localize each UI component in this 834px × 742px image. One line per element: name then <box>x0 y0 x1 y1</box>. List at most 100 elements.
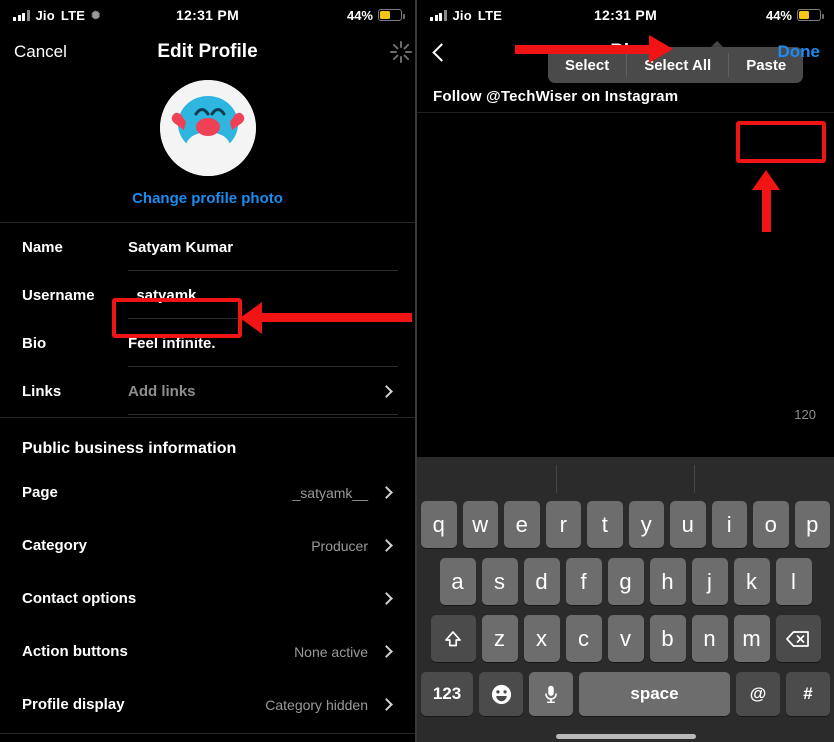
done-button[interactable]: Done <box>778 42 821 62</box>
key-o[interactable]: o <box>753 501 789 548</box>
key-numbers-toggle[interactable]: 123 <box>421 672 473 716</box>
on-screen-keyboard: q w e r t y u i o p a s d f g h j k l z … <box>417 457 834 742</box>
right-screen-bio-editor: Jio LTE 12:31 PM 44% Bio Done Follow @Te… <box>417 0 834 742</box>
name-input[interactable]: Satyam Kumar <box>128 239 415 256</box>
key-e[interactable]: e <box>504 501 540 548</box>
business-row-page[interactable]: Page _satyamk__ <box>0 466 415 519</box>
left-screen-edit-profile: Jio LTE ✺ 12:31 PM 44% Cancel Edit Profi… <box>0 0 417 742</box>
keyboard-row-3: z x c v b n m <box>417 615 834 662</box>
text-context-menu: Select Select All Paste <box>548 47 804 83</box>
keyboard-row-1: q w e r t y u i o p <box>417 501 834 548</box>
key-v[interactable]: v <box>607 615 644 662</box>
status-bar: Jio LTE ✺ 12:31 PM 44% <box>0 0 415 30</box>
business-row-category[interactable]: Category Producer <box>0 519 415 572</box>
bio-text-area[interactable]: Follow @TechWiser on Instagram 120 <box>417 74 834 430</box>
bio-input[interactable]: Feel infinite. <box>128 335 415 352</box>
change-profile-photo-link[interactable]: Change profile photo <box>0 190 415 207</box>
keyboard-row-4: 123 space @ # <box>417 672 834 716</box>
field-row-bio[interactable]: Bio Feel infinite. <box>0 319 415 367</box>
status-bar-right: 44% <box>765 7 824 23</box>
key-x[interactable]: x <box>523 615 560 662</box>
key-r[interactable]: r <box>545 501 581 548</box>
key-hashtag[interactable]: # <box>786 672 830 716</box>
row-value: None active <box>294 643 368 660</box>
business-row-profile-display[interactable]: Profile display Category hidden <box>0 678 415 731</box>
key-l[interactable]: l <box>775 558 812 605</box>
key-w[interactable]: w <box>462 501 498 548</box>
key-h[interactable]: h <box>649 558 686 605</box>
key-b[interactable]: b <box>649 615 686 662</box>
field-label: Name <box>22 238 63 256</box>
avatar-section: Change profile photo <box>0 74 415 207</box>
key-i[interactable]: i <box>711 501 747 548</box>
context-menu-select-all[interactable]: Select All <box>627 47 728 83</box>
key-g[interactable]: g <box>607 558 644 605</box>
row-label: Profile display <box>22 696 125 713</box>
row-label: Contact options <box>22 590 137 607</box>
chevron-right-icon <box>380 698 393 711</box>
character-counter: 120 <box>794 407 816 422</box>
field-row-username[interactable]: Username _satyamk__ <box>0 271 415 319</box>
row-label: Action buttons <box>22 643 128 660</box>
key-n[interactable]: n <box>691 615 728 662</box>
status-bar: Jio LTE 12:31 PM 44% <box>417 0 834 30</box>
status-bar-right: 44% <box>346 7 405 23</box>
key-t[interactable]: t <box>587 501 623 548</box>
business-row-contact-options[interactable]: Contact options <box>0 572 415 625</box>
profile-fields-list: Name Satyam Kumar Username _satyamk__ Bi… <box>0 223 415 415</box>
key-space[interactable]: space <box>579 672 730 716</box>
dual-screenshot-container: Jio LTE ✺ 12:31 PM 44% Cancel Edit Profi… <box>0 0 834 742</box>
row-label: Page <box>22 484 58 501</box>
keyboard-row-2: a s d f g h j k l <box>417 558 834 605</box>
key-c[interactable]: c <box>565 615 602 662</box>
field-label: Links <box>22 382 62 400</box>
key-d[interactable]: d <box>523 558 560 605</box>
context-menu-select[interactable]: Select <box>548 47 626 83</box>
business-row-action-buttons[interactable]: Action buttons None active <box>0 625 415 678</box>
field-label: Bio <box>22 334 47 352</box>
field-row-links[interactable]: Links Add links <box>0 367 415 415</box>
row-value: _satyamk__ <box>292 484 368 501</box>
chevron-right-icon <box>380 592 393 605</box>
key-k[interactable]: k <box>733 558 770 605</box>
row-value: Producer <box>311 537 368 554</box>
battery-percent-label: 44% <box>765 7 792 23</box>
create-avatar-link[interactable]: Create Avatar <box>0 734 415 742</box>
row-value: Category hidden <box>265 696 368 713</box>
key-u[interactable]: u <box>670 501 706 548</box>
key-s[interactable]: s <box>481 558 518 605</box>
key-p[interactable]: p <box>794 501 830 548</box>
key-z[interactable]: z <box>481 615 518 662</box>
key-q[interactable]: q <box>421 501 457 548</box>
chevron-right-icon <box>380 539 393 552</box>
chevron-right-icon <box>380 486 393 499</box>
microphone-icon[interactable] <box>529 672 573 716</box>
field-label: Username <box>22 286 95 304</box>
field-underline <box>128 414 398 415</box>
bio-text-value[interactable]: Follow @TechWiser on Instagram <box>433 88 818 105</box>
chevron-left-icon[interactable] <box>432 42 451 62</box>
shift-up-arrow-icon[interactable] <box>430 615 476 662</box>
chevron-right-icon <box>380 645 393 658</box>
navigation-bar: Cancel Edit Profile <box>0 30 415 74</box>
username-input[interactable]: _satyamk__ <box>128 287 415 304</box>
key-j[interactable]: j <box>691 558 728 605</box>
field-row-name[interactable]: Name Satyam Kumar <box>0 223 415 271</box>
key-m[interactable]: m <box>733 615 770 662</box>
business-section-title: Public business information <box>22 440 237 457</box>
backspace-delete-icon[interactable] <box>775 615 821 662</box>
key-f[interactable]: f <box>565 558 602 605</box>
battery-percent-label: 44% <box>346 7 373 23</box>
predictive-text-bar[interactable] <box>417 457 834 501</box>
key-at-sign[interactable]: @ <box>736 672 780 716</box>
divider <box>417 112 834 113</box>
profile-avatar-image[interactable] <box>159 80 256 176</box>
links-placeholder[interactable]: Add links <box>128 383 382 400</box>
chevron-right-icon <box>380 384 393 398</box>
business-rows-list: Page _satyamk__ Category Producer Contac… <box>0 466 415 731</box>
cancel-button[interactable]: Cancel <box>14 42 67 62</box>
key-y[interactable]: y <box>628 501 664 548</box>
key-a[interactable]: a <box>439 558 476 605</box>
emoji-smiley-icon[interactable] <box>479 672 523 716</box>
battery-icon <box>378 9 405 21</box>
